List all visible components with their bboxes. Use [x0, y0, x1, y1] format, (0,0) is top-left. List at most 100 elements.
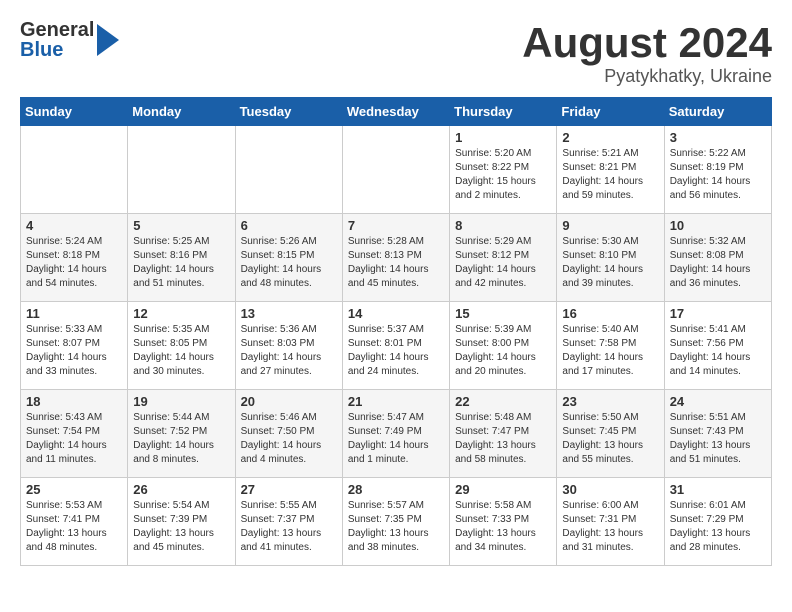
calendar-cell: 27 Sunrise: 5:55 AM Sunset: 7:37 PM Dayli…: [235, 478, 342, 566]
calendar-cell: 8 Sunrise: 5:29 AM Sunset: 8:12 PM Daylig…: [450, 214, 557, 302]
day-number: 7: [348, 218, 444, 233]
week-row-1: 1Sunrise: 5:20 AM Sunset: 8:22 PM Daylig…: [21, 126, 772, 214]
header-day-friday: Friday: [557, 98, 664, 126]
day-number: 5: [133, 218, 229, 233]
day-number: 4: [26, 218, 122, 233]
day-info: Sunrise: 5:46 AM Sunset: 7:50 PM Dayligh…: [241, 411, 337, 467]
day-number: 6: [241, 218, 337, 233]
day-number: 16: [562, 306, 658, 321]
header-day-thursday: Thursday: [450, 98, 557, 126]
calendar-cell: 19 Sunrise: 5:44 AM Sunset: 7:52 PM Dayli…: [128, 390, 235, 478]
calendar-cell: [235, 126, 342, 214]
calendar-table: SundayMondayTuesdayWednesdayThursdayFrid…: [20, 97, 772, 566]
header-day-tuesday: Tuesday: [235, 98, 342, 126]
day-info: Sunrise: 5:47 AM Sunset: 7:49 PM Dayligh…: [348, 411, 444, 467]
day-number: 1: [455, 130, 551, 145]
calendar-cell: 22 Sunrise: 5:48 AM Sunset: 7:47 PM Dayli…: [450, 390, 557, 478]
header-day-saturday: Saturday: [664, 98, 771, 126]
day-info: Sunrise: 5:30 AM Sunset: 8:10 PM Dayligh…: [562, 235, 658, 291]
calendar-cell: 17 Sunrise: 5:41 AM Sunset: 7:56 PM Dayli…: [664, 302, 771, 390]
logo: General Blue: [20, 20, 119, 60]
calendar-cell: 18 Sunrise: 5:43 AM Sunset: 7:54 PM Dayli…: [21, 390, 128, 478]
page-header: General Blue August 2024 Pyatykhatky, Uk…: [20, 20, 772, 87]
day-number: 3: [670, 130, 766, 145]
day-info: Sunrise: 5:35 AM Sunset: 8:05 PM Dayligh…: [133, 323, 229, 379]
day-number: 2: [562, 130, 658, 145]
day-number: 13: [241, 306, 337, 321]
calendar-cell: 12Sunrise: 5:35 AM Sunset: 8:05 PM Dayli…: [128, 302, 235, 390]
header-row: SundayMondayTuesdayWednesdayThursdayFrid…: [21, 98, 772, 126]
calendar-cell: 26 Sunrise: 5:54 AM Sunset: 7:39 PM Dayli…: [128, 478, 235, 566]
day-info: Sunrise: 5:29 AM Sunset: 8:12 PM Dayligh…: [455, 235, 551, 291]
day-info: Sunrise: 5:51 AM Sunset: 7:43 PM Dayligh…: [670, 411, 766, 467]
day-number: 20: [241, 394, 337, 409]
calendar-cell: 6Sunrise: 5:26 AM Sunset: 8:15 PM Daylig…: [235, 214, 342, 302]
day-info: Sunrise: 5:43 AM Sunset: 7:54 PM Dayligh…: [26, 411, 122, 467]
calendar-cell: 25 Sunrise: 5:53 AM Sunset: 7:41 PM Dayli…: [21, 478, 128, 566]
day-info: Sunrise: 5:44 AM Sunset: 7:52 PM Dayligh…: [133, 411, 229, 467]
day-info: Sunrise: 5:58 AM Sunset: 7:33 PM Dayligh…: [455, 499, 551, 555]
day-info: Sunrise: 5:28 AM Sunset: 8:13 PM Dayligh…: [348, 235, 444, 291]
day-number: 23: [562, 394, 658, 409]
day-info: Sunrise: 5:37 AM Sunset: 8:01 PM Dayligh…: [348, 323, 444, 379]
day-number: 19: [133, 394, 229, 409]
calendar-cell: 31Sunrise: 6:01 AM Sunset: 7:29 PM Dayli…: [664, 478, 771, 566]
calendar-cell: 24Sunrise: 5:51 AM Sunset: 7:43 PM Dayli…: [664, 390, 771, 478]
day-number: 22: [455, 394, 551, 409]
day-number: 21: [348, 394, 444, 409]
day-number: 8: [455, 218, 551, 233]
day-number: 9: [562, 218, 658, 233]
week-row-4: 18 Sunrise: 5:43 AM Sunset: 7:54 PM Dayli…: [21, 390, 772, 478]
calendar-cell: 11Sunrise: 5:33 AM Sunset: 8:07 PM Dayli…: [21, 302, 128, 390]
day-number: 15: [455, 306, 551, 321]
calendar-cell: 21 Sunrise: 5:47 AM Sunset: 7:49 PM Dayli…: [342, 390, 449, 478]
calendar-cell: 13 Sunrise: 5:36 AM Sunset: 8:03 PM Dayli…: [235, 302, 342, 390]
week-row-2: 4 Sunrise: 5:24 AM Sunset: 8:18 PM Daylig…: [21, 214, 772, 302]
day-info: Sunrise: 5:50 AM Sunset: 7:45 PM Dayligh…: [562, 411, 658, 467]
day-info: Sunrise: 5:48 AM Sunset: 7:47 PM Dayligh…: [455, 411, 551, 467]
calendar-cell: 14 Sunrise: 5:37 AM Sunset: 8:01 PM Dayli…: [342, 302, 449, 390]
day-info: Sunrise: 6:00 AM Sunset: 7:31 PM Dayligh…: [562, 499, 658, 555]
day-number: 28: [348, 482, 444, 497]
day-info: Sunrise: 5:36 AM Sunset: 8:03 PM Dayligh…: [241, 323, 337, 379]
logo-general: General: [20, 20, 94, 40]
calendar-cell: 1Sunrise: 5:20 AM Sunset: 8:22 PM Daylig…: [450, 126, 557, 214]
day-number: 17: [670, 306, 766, 321]
calendar-location: Pyatykhatky, Ukraine: [522, 66, 772, 87]
logo-blue: Blue: [20, 40, 94, 60]
day-number: 25: [26, 482, 122, 497]
day-info: Sunrise: 5:41 AM Sunset: 7:56 PM Dayligh…: [670, 323, 766, 379]
day-number: 27: [241, 482, 337, 497]
calendar-body: 1Sunrise: 5:20 AM Sunset: 8:22 PM Daylig…: [21, 126, 772, 566]
calendar-cell: 5Sunrise: 5:25 AM Sunset: 8:16 PM Daylig…: [128, 214, 235, 302]
calendar-cell: [21, 126, 128, 214]
day-info: Sunrise: 5:40 AM Sunset: 7:58 PM Dayligh…: [562, 323, 658, 379]
day-info: Sunrise: 5:54 AM Sunset: 7:39 PM Dayligh…: [133, 499, 229, 555]
calendar-cell: [128, 126, 235, 214]
calendar-cell: [342, 126, 449, 214]
calendar-cell: 28 Sunrise: 5:57 AM Sunset: 7:35 PM Dayli…: [342, 478, 449, 566]
day-info: Sunrise: 5:55 AM Sunset: 7:37 PM Dayligh…: [241, 499, 337, 555]
day-info: Sunrise: 5:53 AM Sunset: 7:41 PM Dayligh…: [26, 499, 122, 555]
day-number: 26: [133, 482, 229, 497]
day-info: Sunrise: 5:22 AM Sunset: 8:19 PM Dayligh…: [670, 147, 766, 203]
day-number: 14: [348, 306, 444, 321]
day-number: 18: [26, 394, 122, 409]
day-info: Sunrise: 5:57 AM Sunset: 7:35 PM Dayligh…: [348, 499, 444, 555]
week-row-5: 25 Sunrise: 5:53 AM Sunset: 7:41 PM Dayli…: [21, 478, 772, 566]
day-info: Sunrise: 5:24 AM Sunset: 8:18 PM Dayligh…: [26, 235, 122, 291]
day-number: 30: [562, 482, 658, 497]
day-info: Sunrise: 6:01 AM Sunset: 7:29 PM Dayligh…: [670, 499, 766, 555]
calendar-header: SundayMondayTuesdayWednesdayThursdayFrid…: [21, 98, 772, 126]
calendar-title: August 2024: [522, 20, 772, 66]
calendar-cell: 7 Sunrise: 5:28 AM Sunset: 8:13 PM Daylig…: [342, 214, 449, 302]
calendar-cell: 2Sunrise: 5:21 AM Sunset: 8:21 PM Daylig…: [557, 126, 664, 214]
week-row-3: 11Sunrise: 5:33 AM Sunset: 8:07 PM Dayli…: [21, 302, 772, 390]
calendar-cell: 23 Sunrise: 5:50 AM Sunset: 7:45 PM Dayli…: [557, 390, 664, 478]
logo-arrow-icon: [97, 24, 119, 56]
calendar-cell: 3 Sunrise: 5:22 AM Sunset: 8:19 PM Daylig…: [664, 126, 771, 214]
calendar-cell: 16 Sunrise: 5:40 AM Sunset: 7:58 PM Dayli…: [557, 302, 664, 390]
calendar-cell: 9 Sunrise: 5:30 AM Sunset: 8:10 PM Daylig…: [557, 214, 664, 302]
day-number: 29: [455, 482, 551, 497]
calendar-cell: 10Sunrise: 5:32 AM Sunset: 8:08 PM Dayli…: [664, 214, 771, 302]
